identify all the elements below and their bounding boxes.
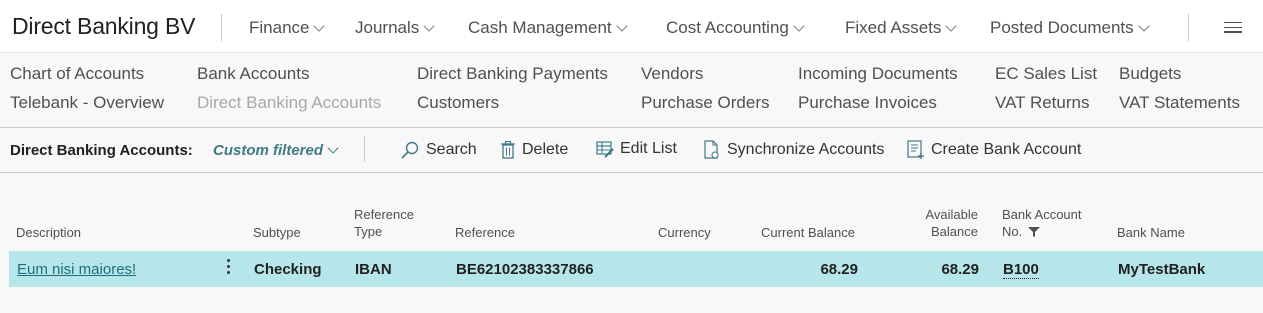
menu-cash-management[interactable]: Cash Management xyxy=(468,18,628,38)
column-header-bank-name[interactable]: Bank Name xyxy=(1117,224,1185,241)
synchronize-accounts-button[interactable]: Synchronize Accounts xyxy=(703,140,884,160)
chevron-down-icon xyxy=(423,19,435,32)
trash-icon xyxy=(501,140,515,159)
action-bar: Direct Banking Accounts: Custom filtered… xyxy=(0,128,1263,173)
chevron-down-icon xyxy=(615,19,628,32)
link-purchase-orders[interactable]: Purchase Orders xyxy=(641,93,770,113)
menu-label: Cash Management xyxy=(468,18,612,37)
company-name[interactable]: Direct Banking BV xyxy=(12,13,195,40)
app-header: Direct Banking BV Finance Journals Cash … xyxy=(0,0,1263,52)
list-area xyxy=(0,173,1263,313)
chevron-down-icon xyxy=(1137,19,1150,32)
row-subtype: Checking xyxy=(254,261,322,278)
row-reference: BE62102383337866 xyxy=(456,261,594,278)
chevron-down-icon xyxy=(793,19,805,32)
column-header-description[interactable]: Description xyxy=(16,224,81,241)
menu-finance[interactable]: Finance xyxy=(249,18,326,38)
column-header-line: No. xyxy=(1002,223,1082,240)
filter-icon xyxy=(1028,226,1041,237)
row-bank-account-no[interactable]: B100 xyxy=(1003,261,1039,279)
column-header-reference-type[interactable]: Reference Type xyxy=(354,206,414,240)
menu-label: Finance xyxy=(249,18,310,37)
delete-label: Delete xyxy=(522,141,569,158)
column-header-line-text: No. xyxy=(1002,224,1023,239)
link-budgets[interactable]: Budgets xyxy=(1119,64,1181,84)
header-divider xyxy=(1188,14,1189,41)
link-telebank-overview[interactable]: Telebank - Overview xyxy=(10,93,164,113)
link-direct-banking-payments[interactable]: Direct Banking Payments xyxy=(417,64,608,84)
search-label: Search xyxy=(426,141,477,158)
column-header-line: Balance xyxy=(931,224,978,239)
link-ec-sales-list[interactable]: EC Sales List xyxy=(995,64,1097,84)
page-title: Direct Banking Accounts: xyxy=(10,142,193,159)
column-header-current-balance[interactable]: Current Balance xyxy=(761,224,855,241)
row-actions-icon[interactable] xyxy=(227,259,231,277)
menu-label: Journals xyxy=(355,18,420,37)
row-bank-name: MyTestBank xyxy=(1118,261,1206,278)
link-vat-returns[interactable]: VAT Returns xyxy=(995,93,1089,113)
link-purchase-invoices[interactable]: Purchase Invoices xyxy=(798,93,937,113)
link-chart-of-accounts[interactable]: Chart of Accounts xyxy=(10,64,144,84)
row-description-link[interactable]: Eum nisi maiores! xyxy=(17,261,136,278)
link-incoming-documents[interactable]: Incoming Documents xyxy=(798,64,958,84)
table-row[interactable] xyxy=(9,251,1263,287)
search-icon xyxy=(401,141,419,159)
menu-label: Cost Accounting xyxy=(666,18,789,37)
edit-list-label: Edit List xyxy=(620,140,677,157)
edit-list-icon xyxy=(596,141,614,158)
menu-label: Fixed Assets xyxy=(845,18,942,37)
column-header-line: Bank Account xyxy=(1002,207,1082,222)
menu-journals[interactable]: Journals xyxy=(355,18,435,38)
header-divider xyxy=(221,14,222,41)
link-bank-accounts[interactable]: Bank Accounts xyxy=(197,64,309,84)
menu-fixed-assets[interactable]: Fixed Assets xyxy=(845,18,958,38)
column-header-line: Available xyxy=(925,207,978,222)
create-bank-account-label: Create Bank Account xyxy=(931,141,1082,158)
column-header-reference[interactable]: Reference xyxy=(455,224,515,241)
menu-cost-accounting[interactable]: Cost Accounting xyxy=(666,18,805,38)
filter-dropdown[interactable]: Custom filtered xyxy=(213,142,339,159)
edit-list-button[interactable]: Edit List xyxy=(596,140,677,158)
chevron-down-icon xyxy=(313,19,326,32)
row-available-balance: 68.29 xyxy=(941,261,979,278)
filter-label: Custom filtered xyxy=(213,142,324,159)
link-direct-banking-accounts[interactable]: Direct Banking Accounts xyxy=(197,93,381,113)
column-header-available-balance[interactable]: Available Balance xyxy=(900,206,978,240)
row-reference-type: IBAN xyxy=(355,261,392,278)
menu-posted-documents[interactable]: Posted Documents xyxy=(990,18,1150,38)
menu-label: Posted Documents xyxy=(990,18,1134,37)
create-document-icon xyxy=(907,140,924,159)
column-header-line: Type xyxy=(354,224,383,239)
document-sync-icon xyxy=(704,140,719,159)
hamburger-menu-icon[interactable] xyxy=(1224,22,1242,34)
column-header-bank-account-no[interactable]: Bank Account No. xyxy=(1002,206,1082,240)
link-vendors[interactable]: Vendors xyxy=(641,64,703,84)
column-header-currency[interactable]: Currency xyxy=(658,224,711,241)
column-header-line: Reference xyxy=(354,207,414,222)
column-header-subtype[interactable]: Subtype xyxy=(253,224,301,241)
link-customers[interactable]: Customers xyxy=(417,93,499,113)
link-vat-statements[interactable]: VAT Statements xyxy=(1119,93,1240,113)
chevron-down-icon xyxy=(327,142,339,154)
delete-button[interactable]: Delete xyxy=(500,140,568,160)
action-bar-divider xyxy=(364,136,365,162)
create-bank-account-button[interactable]: Create Bank Account xyxy=(907,140,1081,160)
search-button[interactable]: Search xyxy=(400,140,477,160)
synchronize-label: Synchronize Accounts xyxy=(727,141,885,158)
row-current-balance: 68.29 xyxy=(820,261,858,278)
chevron-down-icon xyxy=(945,19,958,32)
